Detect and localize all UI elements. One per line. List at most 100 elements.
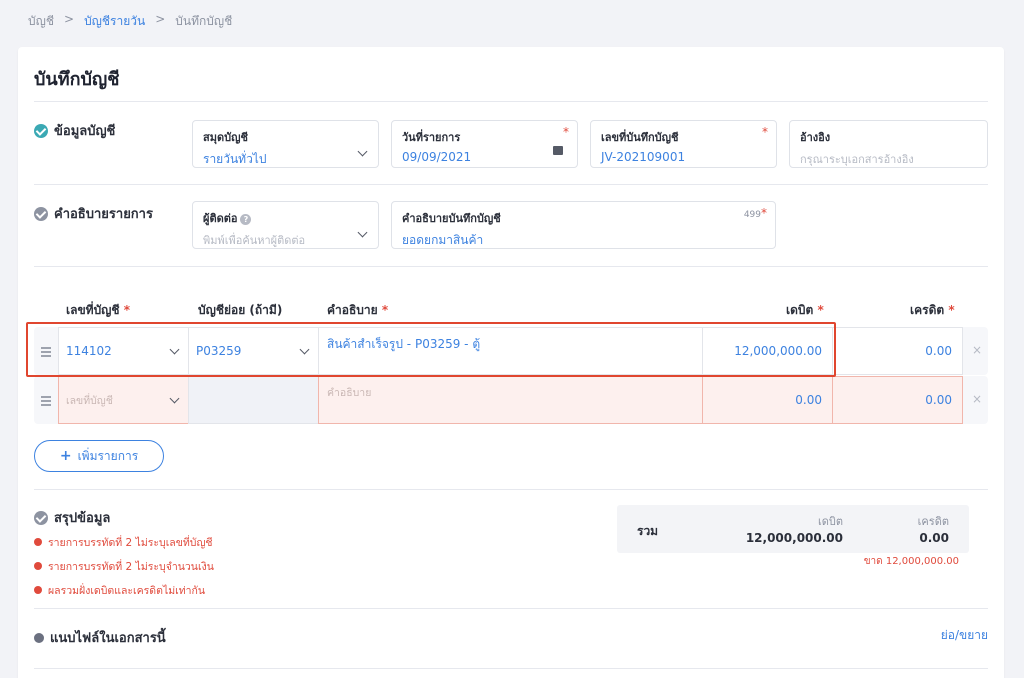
total-credit-header: เครดิต bbox=[917, 515, 949, 528]
breadcrumb-accounts[interactable]: บัญชี bbox=[28, 12, 54, 31]
divider bbox=[34, 489, 988, 490]
plus-icon: + bbox=[59, 448, 72, 464]
total-label: รวม bbox=[637, 524, 659, 538]
error-item: รายการบรรทัดที่ 2 ไม่ระบุจำนวนเงิน bbox=[34, 554, 214, 578]
required-marker: * bbox=[762, 125, 768, 139]
field-label: อ้างอิง bbox=[800, 131, 831, 144]
char-counter: 499 bbox=[743, 210, 761, 220]
divider bbox=[34, 184, 988, 185]
credit-value: 0.00 bbox=[925, 393, 952, 407]
error-text: ผลรวมฝั่งเดบิตและเครดิตไม่เท่ากัน bbox=[48, 584, 206, 597]
chevron-down-icon bbox=[169, 344, 180, 355]
description-input[interactable]: คำอธิบาย bbox=[318, 376, 703, 424]
col-header-credit: เครดิต * bbox=[910, 301, 955, 320]
sub-account-value: P03259 bbox=[196, 344, 242, 358]
debit-input[interactable]: 12,000,000.00 bbox=[702, 327, 833, 375]
error-item: ผลรวมฝั่งเดบิตและเครดิตไม่เท่ากัน bbox=[34, 578, 214, 602]
section-label: คำอธิบายรายการ bbox=[54, 207, 153, 222]
section-label: สรุปข้อมูล bbox=[54, 511, 111, 526]
sub-account-select[interactable]: P03259 bbox=[188, 327, 319, 375]
attachments-heading: แนบไฟล์ในเอกสารนี้ bbox=[34, 627, 166, 648]
required-marker: * bbox=[123, 303, 131, 317]
field-value: 09/09/2021 bbox=[402, 150, 472, 164]
field-label: สมุดบัญชี bbox=[203, 131, 248, 144]
remove-row-icon[interactable]: × bbox=[972, 392, 982, 406]
header-text: เลขที่บัญชี bbox=[66, 303, 120, 317]
description-input[interactable]: สินค้าสำเร็จรูป - P03259 - ตู้ bbox=[318, 327, 703, 375]
entry-date-field[interactable]: วันที่รายการ 09/09/2021 * bbox=[391, 120, 578, 168]
field-label: วันที่รายการ bbox=[402, 131, 461, 144]
description-heading: คำอธิบายรายการ bbox=[34, 203, 153, 224]
account-select[interactable]: 114102 bbox=[58, 327, 189, 375]
add-line-button[interactable]: + เพิ่มรายการ bbox=[34, 440, 164, 472]
table-row: 114102 P03259 สินค้าสำเร็จรูป - P03259 -… bbox=[34, 327, 988, 375]
header-text: เดบิต bbox=[786, 303, 814, 317]
required-marker: * bbox=[948, 303, 955, 317]
divider bbox=[34, 101, 988, 102]
check-circle-icon bbox=[34, 510, 48, 525]
help-icon[interactable]: ? bbox=[240, 213, 252, 225]
bullet-icon bbox=[34, 632, 44, 643]
error-text: รายการบรรทัดที่ 2 ไม่ระบุเลขที่บัญชี bbox=[48, 536, 213, 549]
required-marker: * bbox=[381, 303, 389, 317]
breadcrumb-separator: > bbox=[155, 12, 166, 26]
error-item: รายการบรรทัดที่ 2 ไม่ระบุเลขที่บัญชี bbox=[34, 530, 214, 554]
col-header-account: เลขที่บัญชี * bbox=[66, 301, 130, 320]
drag-handle-icon[interactable] bbox=[41, 396, 51, 408]
col-header-description: คำอธิบาย * bbox=[327, 301, 388, 320]
divider bbox=[34, 266, 988, 267]
breadcrumb-separator: > bbox=[64, 12, 75, 26]
credit-value: 0.00 bbox=[925, 344, 952, 358]
field-value: รายวันทั่วไป bbox=[203, 152, 267, 166]
credit-input[interactable]: 0.00 bbox=[832, 327, 963, 375]
remove-row-icon[interactable]: × bbox=[972, 343, 982, 357]
difference-text: ขาด 12,000,000.00 bbox=[863, 556, 959, 567]
total-debit-value: 12,000,000.00 bbox=[745, 531, 843, 545]
total-credit-value: 0.00 bbox=[919, 531, 949, 545]
summary-heading: สรุปข้อมูล bbox=[34, 507, 110, 528]
chevron-down-icon bbox=[299, 344, 310, 355]
journal-entry-card: บันทึกบัญชี ข้อมูลบัญชี สมุดบัญชี รายวัน… bbox=[18, 47, 1004, 678]
divider bbox=[34, 668, 988, 669]
chevron-down-icon bbox=[169, 393, 180, 404]
debit-value: 12,000,000.00 bbox=[734, 344, 822, 358]
account-select[interactable]: เลขที่บัญชี bbox=[58, 376, 189, 424]
sub-account-select[interactable] bbox=[188, 376, 319, 424]
credit-input[interactable]: 0.00 bbox=[832, 376, 963, 424]
reference-field[interactable]: อ้างอิง กรุณาระบุเอกสารอ้างอิง bbox=[789, 120, 988, 168]
totals-box: รวม เดบิต เครดิต 12,000,000.00 0.00 bbox=[617, 505, 969, 553]
required-marker: * bbox=[817, 303, 824, 317]
field-label: คำอธิบายบันทึกบัญชี bbox=[402, 212, 501, 225]
field-label: ผู้ติดต่อ? bbox=[203, 209, 368, 227]
contact-select[interactable]: ผู้ติดต่อ? พิมพ์เพื่อค้นหาผู้ติดต่อ bbox=[192, 201, 379, 249]
required-marker: * bbox=[563, 125, 569, 139]
section-label: แนบไฟล์ในเอกสารนี้ bbox=[50, 631, 166, 646]
description-placeholder: คำอธิบาย bbox=[327, 387, 372, 399]
field-value: JV-202109001 bbox=[601, 150, 686, 164]
check-circle-icon bbox=[34, 123, 48, 138]
page-title: บันทึกบัญชี bbox=[34, 69, 120, 90]
debit-value: 0.00 bbox=[795, 393, 822, 407]
field-placeholder: กรุณาระบุเอกสารอ้างอิง bbox=[800, 153, 914, 166]
drag-handle-icon[interactable] bbox=[41, 347, 51, 359]
debit-input[interactable]: 0.00 bbox=[702, 376, 833, 424]
field-value: ยอดยกมาสินค้า bbox=[402, 233, 484, 247]
description-value: สินค้าสำเร็จรูป - P03259 - ตู้ bbox=[327, 337, 481, 351]
error-dot-icon bbox=[34, 562, 42, 570]
document-number-field[interactable]: เลขที่บันทึกบัญชี JV-202109001 * bbox=[590, 120, 777, 168]
header-text: เครดิต bbox=[910, 303, 945, 317]
divider bbox=[34, 608, 988, 609]
account-book-select[interactable]: สมุดบัญชี รายวันทั่วไป bbox=[192, 120, 379, 168]
collapse-expand-link[interactable]: ย่อ/ขยาย bbox=[941, 626, 988, 645]
account-info-heading: ข้อมูลบัญชี bbox=[34, 120, 115, 141]
error-text: รายการบรรทัดที่ 2 ไม่ระบุจำนวนเงิน bbox=[48, 560, 214, 573]
memo-field[interactable]: คำอธิบายบันทึกบัญชี ยอดยกมาสินค้า 499 * bbox=[391, 201, 776, 249]
account-value: 114102 bbox=[66, 344, 112, 358]
calendar-icon[interactable] bbox=[553, 146, 563, 155]
error-dot-icon bbox=[34, 586, 42, 594]
contact-label: ผู้ติดต่อ bbox=[203, 212, 238, 225]
header-text: คำอธิบาย bbox=[327, 303, 378, 317]
account-placeholder: เลขที่บัญชี bbox=[66, 394, 113, 407]
total-debit-header: เดบิต bbox=[817, 515, 843, 528]
breadcrumb-journal[interactable]: บัญชีรายวัน bbox=[84, 12, 145, 31]
